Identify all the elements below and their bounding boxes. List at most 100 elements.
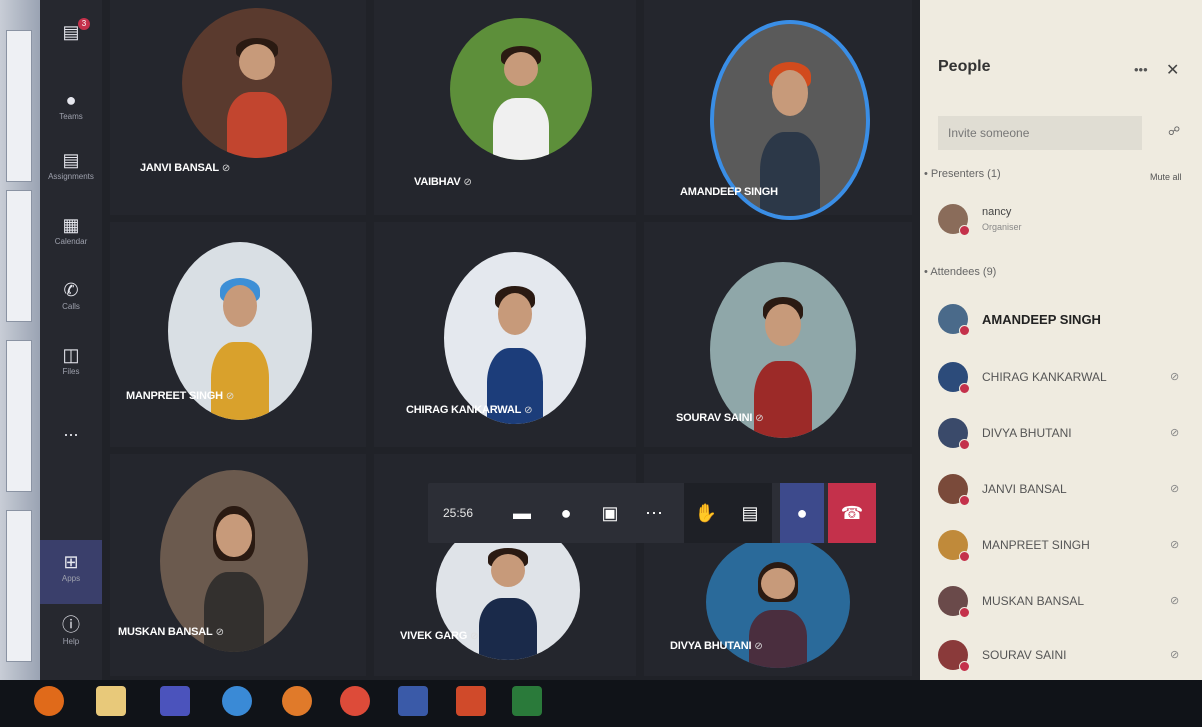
avatar xyxy=(938,204,970,236)
rail-item-help[interactable]: ⓘ Help xyxy=(40,615,102,646)
mic-icon: ● xyxy=(560,503,572,523)
mic-off-icon: ⊘ xyxy=(1170,483,1180,495)
rail-item-more[interactable]: ... xyxy=(40,420,102,440)
rail-item-label: Apps xyxy=(61,574,81,583)
background-document xyxy=(6,340,32,492)
mic-off-icon: ⊘ xyxy=(754,641,763,652)
chrome-icon[interactable] xyxy=(340,686,370,716)
participant-tile[interactable]: MUSKAN BANSAL ⊘ xyxy=(110,454,366,676)
rail-item-apps[interactable]: ⊞ Apps xyxy=(40,540,102,604)
rail-item-chat[interactable]: ▤ 3 xyxy=(40,18,102,42)
avatar xyxy=(938,418,970,450)
share-screen-icon: ▣ xyxy=(601,503,619,523)
presenter-row[interactable]: nancy Organiser xyxy=(932,196,1192,246)
excel-icon[interactable] xyxy=(512,686,542,716)
camera-off-button[interactable]: ▬ xyxy=(500,483,544,543)
attendees-header[interactable]: • Attendees (9) xyxy=(924,266,996,278)
background-window-strip xyxy=(0,0,40,680)
participant-tile[interactable]: CHIRAG KANKARWAL ⊘ xyxy=(374,222,636,447)
rail-item-teams[interactable]: ● Teams xyxy=(40,90,102,121)
background-document xyxy=(6,190,32,322)
show-participants-button[interactable]: ● xyxy=(780,483,824,543)
panel-title: People xyxy=(938,58,991,75)
file-explorer-icon[interactable] xyxy=(96,686,126,716)
more-icon: ... xyxy=(63,420,79,440)
mic-off-icon: ⊘ xyxy=(225,391,235,402)
mic-off-icon: ⊘ xyxy=(463,177,472,188)
share-screen-button[interactable]: ▣ xyxy=(588,483,632,543)
avatar xyxy=(938,304,970,336)
mic-off-icon: ⊘ xyxy=(1170,595,1180,607)
apps-icon: ⊞ xyxy=(63,552,79,572)
media-player-icon[interactable] xyxy=(34,686,64,716)
avatar xyxy=(938,586,970,618)
participant-name: AMANDEEP SINGH xyxy=(680,186,778,198)
participant-avatar xyxy=(182,8,332,158)
participant-avatar xyxy=(444,252,586,424)
participant-name: JANVI BANSAL ⊘ xyxy=(140,162,231,174)
people-icon: ● xyxy=(65,90,77,110)
firefox-icon[interactable] xyxy=(282,686,312,716)
participant-avatar xyxy=(450,18,592,160)
participant-tile[interactable]: MANPREET SINGH ⊘ xyxy=(110,222,366,447)
participant-tile[interactable]: JANVI BANSAL ⊘ xyxy=(110,0,366,215)
attendee-name: AMANDEEP SINGH xyxy=(982,312,1101,327)
avatar xyxy=(938,640,970,672)
presenter-name: nancy xyxy=(982,206,1012,218)
meeting-stage: JANVI BANSAL ⊘ VAIBHAV ⊘ AMANDEEP SINGH MA… xyxy=(102,0,920,680)
mic-off-icon: ⊘ xyxy=(755,413,764,424)
panel-more-button[interactable]: ••• xyxy=(1134,62,1148,77)
participant-tile[interactable]: VAIBHAV ⊘ xyxy=(374,0,636,215)
mic-off-icon: ⊘ xyxy=(1170,371,1180,383)
rail-item-label: Calls xyxy=(62,302,80,311)
participant-name: VAIBHAV ⊘ xyxy=(414,176,472,188)
attendee-row[interactable]: DIVYA BHUTANI ⊘ xyxy=(932,410,1192,460)
presenters-header[interactable]: • Presenters (1) xyxy=(924,168,1001,180)
hang-up-button[interactable]: ☎ xyxy=(828,483,876,543)
attendee-row[interactable]: AMANDEEP SINGH xyxy=(932,296,1192,346)
attendee-row[interactable]: SOURAV SAINI ⊘ xyxy=(932,632,1192,682)
chat-icon: ▤ xyxy=(62,22,80,42)
attendee-name: SOURAV SAINI xyxy=(982,648,1067,662)
background-document xyxy=(6,30,32,182)
invite-input[interactable]: Invite someone xyxy=(938,116,1142,150)
attendee-row[interactable]: MANPREET SINGH ⊘ xyxy=(932,522,1192,572)
attendee-row[interactable]: JANVI BANSAL ⊘ xyxy=(932,466,1192,516)
raise-hand-button[interactable]: ✋ xyxy=(684,483,728,543)
more-icon: ⋯ xyxy=(645,503,663,523)
avatar xyxy=(938,530,970,562)
copy-link-icon[interactable]: ☍ xyxy=(1168,124,1180,138)
rail-item-files[interactable]: ◫ Files xyxy=(40,345,102,376)
mute-all-button[interactable]: Mute all xyxy=(1150,172,1182,182)
edge-icon[interactable] xyxy=(222,686,252,716)
attendee-row[interactable]: CHIRAG KANKARWAL ⊘ xyxy=(932,354,1192,404)
phone-icon: ✆ xyxy=(63,280,79,300)
participant-name: CHIRAG KANKARWAL ⊘ xyxy=(406,404,533,416)
participant-tile[interactable]: AMANDEEP SINGH xyxy=(644,0,912,220)
participant-name: MUSKAN BANSAL ⊘ xyxy=(118,626,224,638)
close-icon[interactable]: ✕ xyxy=(1166,60,1179,80)
mic-off-icon: ⊘ xyxy=(470,631,479,642)
file-icon: ◫ xyxy=(62,345,80,365)
attendee-row[interactable]: MUSKAN BANSAL ⊘ xyxy=(932,578,1192,628)
people-icon: ● xyxy=(796,503,808,523)
rail-item-label: Assignments xyxy=(48,172,94,181)
rail-item-calls[interactable]: ✆ Calls xyxy=(40,280,102,311)
rail-item-calendar[interactable]: ▦ Calendar xyxy=(40,215,102,246)
teams-icon[interactable] xyxy=(160,686,190,716)
mic-button[interactable]: ● xyxy=(544,483,588,543)
hand-icon: ✋ xyxy=(694,503,718,523)
participant-name: VIVEK GARG ⊘ xyxy=(400,630,479,642)
attendee-name: CHIRAG KANKARWAL xyxy=(982,370,1107,384)
participant-name: DIVYA BHUTANI ⊘ xyxy=(670,640,763,652)
attendee-name: MUSKAN BANSAL xyxy=(982,594,1085,608)
chat-button[interactable]: ▤ xyxy=(728,483,772,543)
attendee-name: MANPREET SINGH xyxy=(982,538,1090,552)
rail-item-assignments[interactable]: ▤ Assignments xyxy=(40,150,102,181)
presenter-role: Organiser xyxy=(982,222,1022,232)
powerpoint-icon[interactable] xyxy=(456,686,486,716)
more-actions-button[interactable]: ⋯ xyxy=(632,483,676,543)
mic-off-icon: ⊘ xyxy=(524,405,533,416)
participant-tile[interactable]: SOURAV SAINI ⊘ xyxy=(644,222,912,447)
word-icon[interactable] xyxy=(398,686,428,716)
